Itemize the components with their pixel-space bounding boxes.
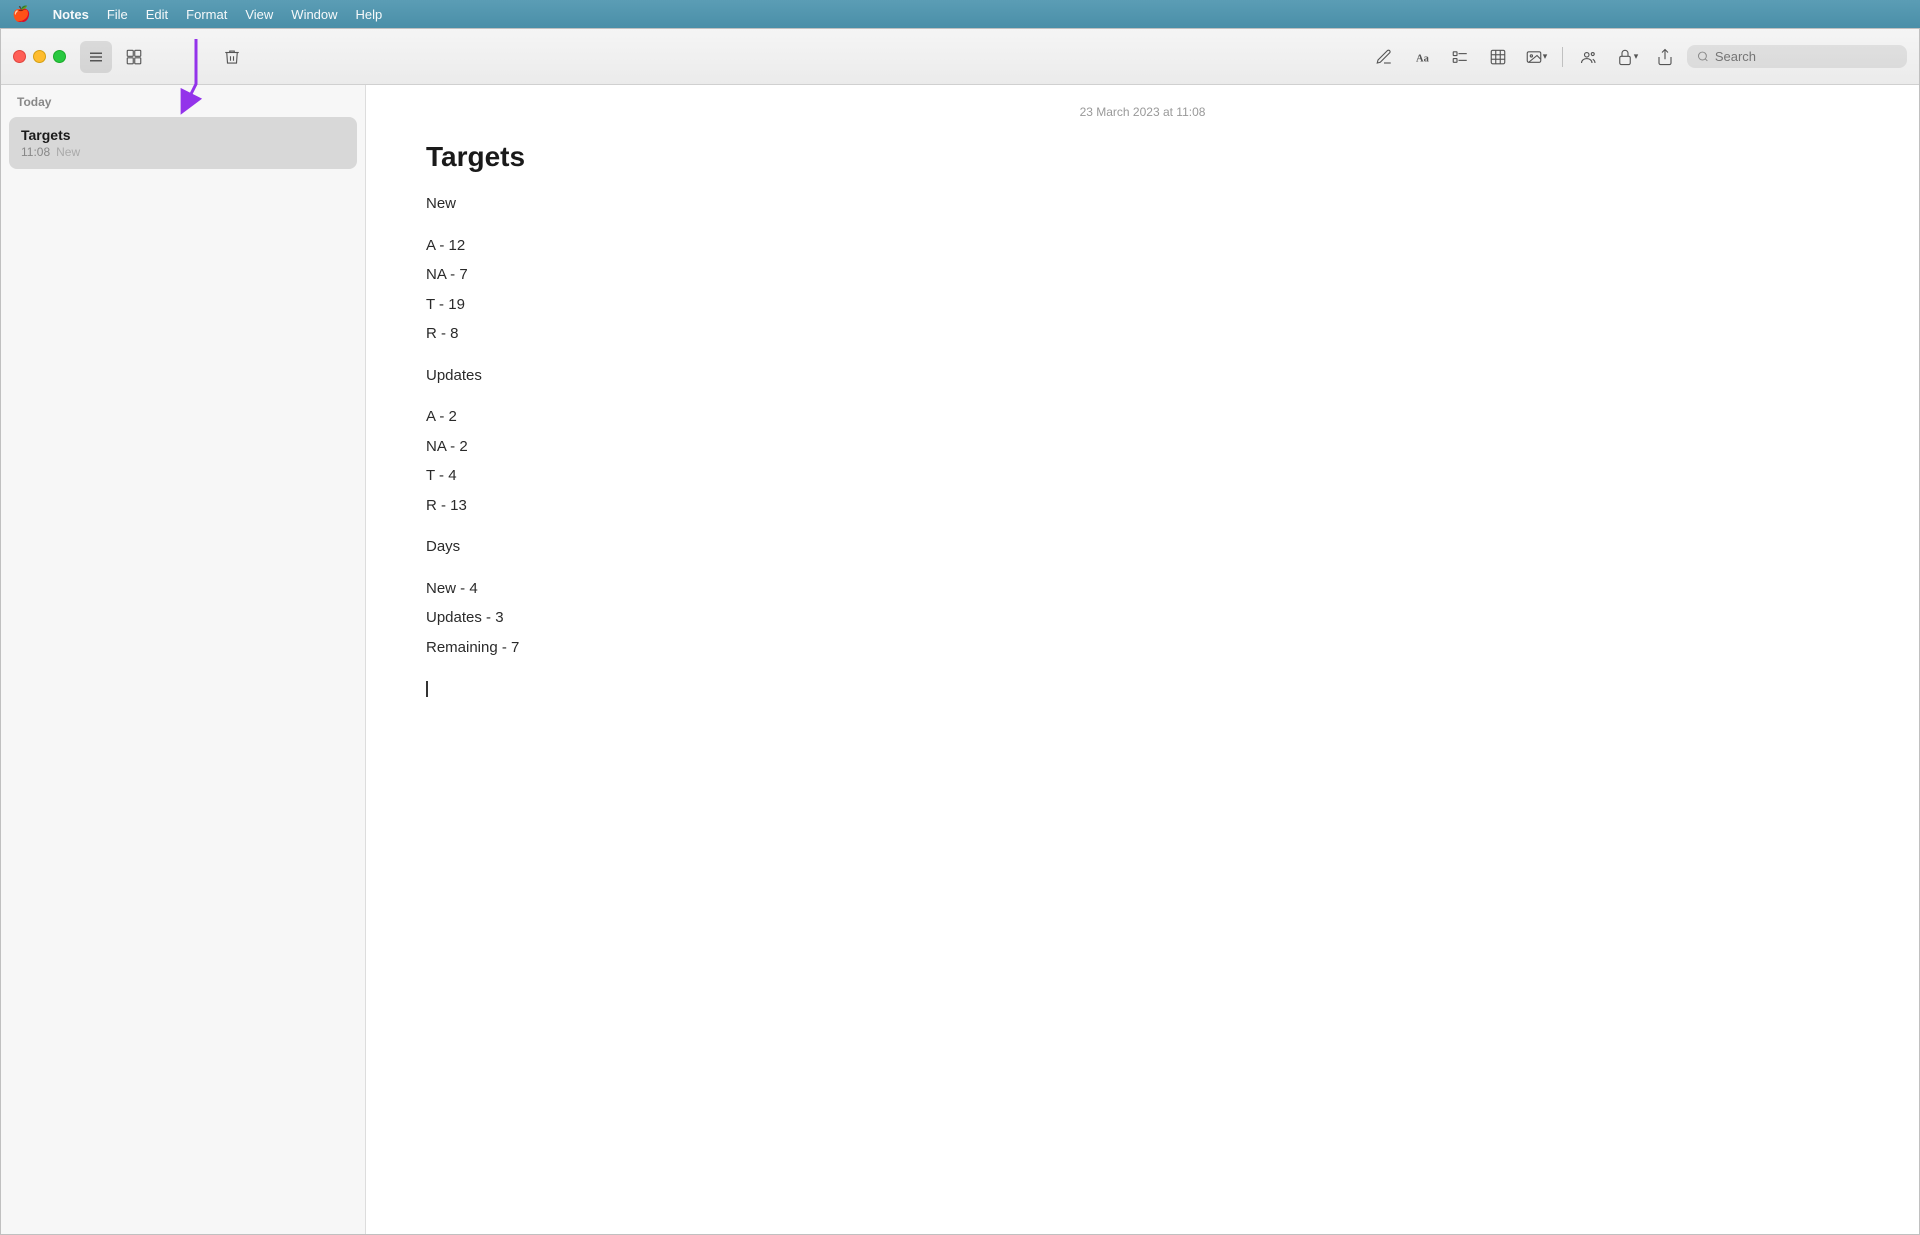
main-content: Today Targets 11:08 New 23 March 2023 at… — [1, 85, 1919, 1234]
section-days-heading: Days — [426, 534, 1859, 560]
checklist-button[interactable] — [1444, 41, 1476, 73]
media-button[interactable]: ▾ — [1520, 41, 1552, 73]
cursor-line — [426, 676, 1859, 702]
trash-icon — [223, 48, 241, 66]
note-item-meta: 11:08 New — [21, 145, 345, 159]
menu-edit[interactable]: Edit — [146, 7, 168, 22]
new-item-t: T - 19 — [426, 292, 1859, 318]
menu-notes[interactable]: Notes — [53, 7, 89, 22]
text-format-button[interactable]: Aa — [1406, 41, 1438, 73]
sidebar: Today Targets 11:08 New — [1, 85, 366, 1234]
gallery-icon — [125, 48, 143, 66]
new-note-button[interactable] — [1368, 41, 1400, 73]
toolbar-separator — [1562, 47, 1563, 67]
note-item-preview: New — [56, 145, 80, 159]
collaborate-button[interactable] — [1573, 41, 1605, 73]
share-icon — [1656, 48, 1674, 66]
gallery-view-button[interactable] — [118, 41, 150, 73]
search-input[interactable] — [1715, 49, 1897, 64]
section-updates-items: A - 2 NA - 2 T - 4 R - 13 — [426, 404, 1859, 518]
apple-menu-icon[interactable]: 🍎 — [12, 5, 31, 23]
traffic-lights — [13, 50, 66, 63]
minimize-button[interactable] — [33, 50, 46, 63]
menubar: 🍎 Notes File Edit Format View Window Hel… — [0, 0, 1920, 28]
new-item-a: A - 12 — [426, 233, 1859, 259]
collaborate-icon — [1580, 48, 1598, 66]
new-item-r: R - 8 — [426, 321, 1859, 347]
menu-format[interactable]: Format — [186, 7, 227, 22]
updates-item-r: R - 13 — [426, 493, 1859, 519]
section-new-heading: New — [426, 191, 1859, 217]
menu-file[interactable]: File — [107, 7, 128, 22]
days-item-remaining: Remaining - 7 — [426, 635, 1859, 661]
days-item-new: New - 4 — [426, 576, 1859, 602]
search-bar[interactable] — [1687, 45, 1907, 68]
menu-view[interactable]: View — [245, 7, 273, 22]
share-button[interactable] — [1649, 41, 1681, 73]
media-icon — [1525, 48, 1543, 66]
text-cursor — [426, 681, 428, 697]
updates-item-t: T - 4 — [426, 463, 1859, 489]
compose-icon — [1375, 48, 1393, 66]
app-window: Aa — [0, 28, 1920, 1235]
table-button[interactable] — [1482, 41, 1514, 73]
section-new-items: A - 12 NA - 7 T - 19 R - 8 — [426, 233, 1859, 347]
svg-text:Aa: Aa — [1416, 53, 1430, 64]
list-view-button[interactable] — [80, 41, 112, 73]
note-list-item[interactable]: Targets 11:08 New — [9, 117, 357, 169]
lock-button[interactable]: ▾ — [1611, 41, 1643, 73]
updates-item-na: NA - 2 — [426, 434, 1859, 460]
section-updates-heading: Updates — [426, 363, 1859, 389]
section-days-items: New - 4 Updates - 3 Remaining - 7 — [426, 576, 1859, 661]
updates-item-a: A - 2 — [426, 404, 1859, 430]
table-icon — [1489, 48, 1507, 66]
note-title: Targets — [426, 139, 1859, 175]
lock-icon — [1616, 48, 1634, 66]
note-item-title: Targets — [21, 127, 345, 143]
checklist-icon — [1451, 48, 1469, 66]
sidebar-section-today: Today — [1, 85, 365, 115]
note-date: 23 March 2023 at 11:08 — [426, 105, 1859, 119]
note-item-time: 11:08 — [21, 145, 50, 159]
menu-help[interactable]: Help — [356, 7, 383, 22]
days-item-updates: Updates - 3 — [426, 605, 1859, 631]
menu-window[interactable]: Window — [291, 7, 337, 22]
toolbar: Aa — [1, 29, 1919, 85]
delete-button[interactable] — [216, 41, 248, 73]
note-body: New A - 12 NA - 7 T - 19 R - 8 Updates A… — [426, 191, 1859, 706]
close-button[interactable] — [13, 50, 26, 63]
search-icon — [1697, 50, 1709, 63]
note-editor[interactable]: 23 March 2023 at 11:08 Targets New A - 1… — [366, 85, 1919, 1234]
editor-toolbar: Aa — [1368, 41, 1907, 73]
new-item-na: NA - 7 — [426, 262, 1859, 288]
list-icon — [87, 48, 105, 66]
fullscreen-button[interactable] — [53, 50, 66, 63]
text-format-icon: Aa — [1413, 48, 1431, 66]
